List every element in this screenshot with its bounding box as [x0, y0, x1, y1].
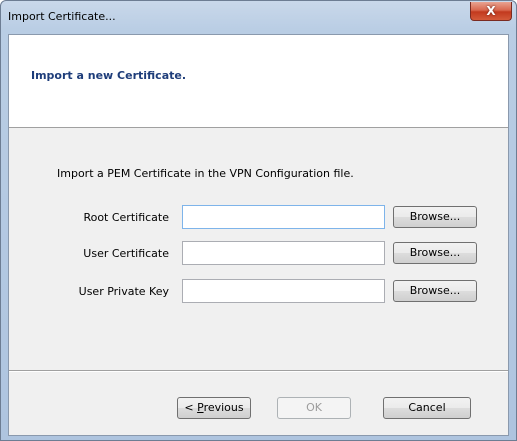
- close-button[interactable]: X: [470, 2, 512, 21]
- page-title: Import a new Certificate.: [31, 69, 187, 82]
- user-private-key-label: User Private Key: [78, 285, 169, 298]
- user-private-key-browse-button[interactable]: Browse...: [393, 280, 477, 302]
- title-bar[interactable]: Import Certificate... X: [1, 1, 516, 34]
- footer-divider-highlight: [9, 371, 508, 372]
- previous-button-rest: revious: [203, 401, 244, 414]
- root-certificate-label: Root Certificate: [83, 211, 169, 224]
- wizard-header: Import a new Certificate.: [9, 35, 508, 128]
- dialog-window: Import Certificate... X Import a new Cer…: [0, 0, 517, 441]
- previous-button[interactable]: < Previous: [177, 397, 251, 419]
- ok-button[interactable]: OK: [277, 397, 351, 419]
- dialog-client-area: Import a new Certificate. Import a PEM C…: [8, 34, 509, 436]
- user-certificate-browse-button[interactable]: Browse...: [393, 242, 477, 264]
- instruction-text: Import a PEM Certificate in the VPN Conf…: [57, 167, 354, 180]
- root-certificate-input[interactable]: [182, 205, 385, 229]
- close-icon: X: [486, 4, 496, 18]
- window-title: Import Certificate...: [8, 10, 116, 23]
- cancel-button[interactable]: Cancel: [383, 397, 471, 419]
- root-certificate-browse-button[interactable]: Browse...: [393, 206, 477, 228]
- previous-button-prefix: <: [184, 401, 198, 414]
- user-private-key-input[interactable]: [182, 279, 385, 303]
- user-certificate-label: User Certificate: [83, 247, 169, 260]
- user-certificate-input[interactable]: [182, 241, 385, 265]
